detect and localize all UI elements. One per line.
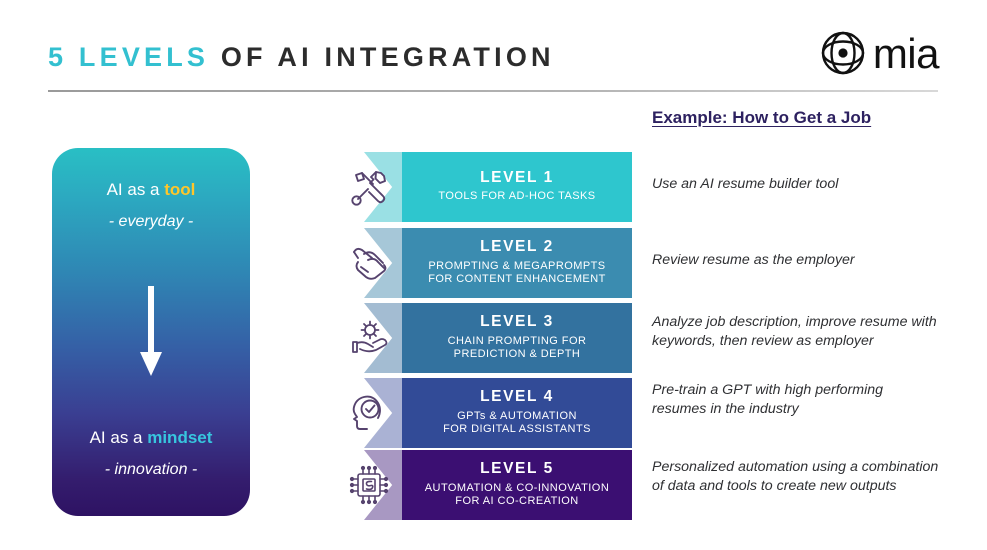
- tools-wrench-screwdriver-icon: [344, 162, 394, 212]
- level-title: LEVEL 3: [480, 313, 554, 331]
- example-text: Analyze job description, improve resume …: [652, 314, 937, 350]
- level-row[interactable]: LEVEL 2 PROMPTING & MEGAPROMPTS FOR CONT…: [344, 228, 632, 298]
- banner-body: LEVEL 1 TOOLS FOR AD-HOC TASKS: [402, 152, 632, 222]
- brand-logo-word: mia: [872, 29, 940, 77]
- banner-body: LEVEL 4 GPTs & AUTOMATION FOR DIGITAL AS…: [402, 378, 632, 448]
- level-subtitle: TOOLS FOR AD-HOC TASKS: [438, 190, 596, 203]
- level-row[interactable]: LEVEL 5 AUTOMATION & CO-INNOVATION FOR A…: [344, 450, 632, 520]
- mindset-panel: AI as a tool - everyday - AI as a mindse…: [52, 148, 250, 516]
- brand-logo: mia: [820, 29, 940, 81]
- panel-bottom-label: AI as a mindset: [52, 428, 250, 448]
- level-row[interactable]: LEVEL 3 CHAIN PROMPTING FOR PREDICTION &…: [344, 303, 632, 373]
- level-title: LEVEL 4: [480, 388, 554, 406]
- hand-writing-pen-icon: [344, 238, 394, 288]
- level-row[interactable]: LEVEL 1 TOOLS FOR AD-HOC TASKS: [344, 152, 632, 222]
- banner-body: LEVEL 3 CHAIN PROMPTING FOR PREDICTION &…: [402, 303, 632, 373]
- level-title: LEVEL 2: [480, 238, 554, 256]
- page-title-accent: 5 LEVELS: [48, 42, 210, 72]
- header-divider: [48, 90, 938, 92]
- example-text: Review resume as the employer: [652, 252, 855, 268]
- banner-body: LEVEL 2 PROMPTING & MEGAPROMPTS FOR CONT…: [402, 228, 632, 298]
- panel-top-prefix: AI as a: [106, 180, 165, 199]
- level-row[interactable]: LEVEL 4 GPTs & AUTOMATION FOR DIGITAL AS…: [344, 378, 632, 448]
- down-arrow-icon: [138, 286, 164, 383]
- banner-body: LEVEL 5 AUTOMATION & CO-INNOVATION FOR A…: [402, 450, 632, 520]
- example-text: Pre-train a GPT with high performing res…: [652, 382, 884, 418]
- page-title: 5 LEVELS OF AI INTEGRATION: [48, 44, 555, 71]
- panel-top-label: AI as a tool: [52, 180, 250, 200]
- example-text: Use an AI resume builder tool: [652, 176, 839, 192]
- page-title-plain: OF AI INTEGRATION: [209, 42, 555, 72]
- level-subtitle: CHAIN PROMPTING FOR PREDICTION & DEPTH: [447, 334, 587, 361]
- microchip-cpu-icon: [344, 460, 394, 510]
- level-subtitle: GPTs & AUTOMATION FOR DIGITAL ASSISTANTS: [443, 409, 591, 436]
- slide-canvas: 5 LEVELS OF AI INTEGRATION mia Example: …: [0, 0, 987, 550]
- mia-eye-logo-icon: [820, 30, 866, 81]
- example-text: Personalized automation using a combinat…: [652, 459, 939, 495]
- head-checkmark-icon: [344, 388, 394, 438]
- panel-bottom-sub: - innovation -: [104, 461, 198, 478]
- panel-top-sub: - everyday -: [108, 213, 194, 230]
- level-title: LEVEL 1: [480, 169, 554, 187]
- example-column-heading: Example: How to Get a Job: [652, 108, 872, 127]
- level-title: LEVEL 5: [480, 460, 554, 478]
- panel-top-highlight: tool: [164, 180, 196, 199]
- panel-bottom-highlight: mindset: [147, 428, 213, 447]
- level-subtitle: AUTOMATION & CO-INNOVATION FOR AI CO-CRE…: [424, 481, 610, 508]
- panel-bottom-prefix: AI as a: [89, 428, 148, 447]
- level-subtitle: PROMPTING & MEGAPROMPTS FOR CONTENT ENHA…: [428, 259, 606, 286]
- hand-holding-gear-icon: [344, 313, 394, 363]
